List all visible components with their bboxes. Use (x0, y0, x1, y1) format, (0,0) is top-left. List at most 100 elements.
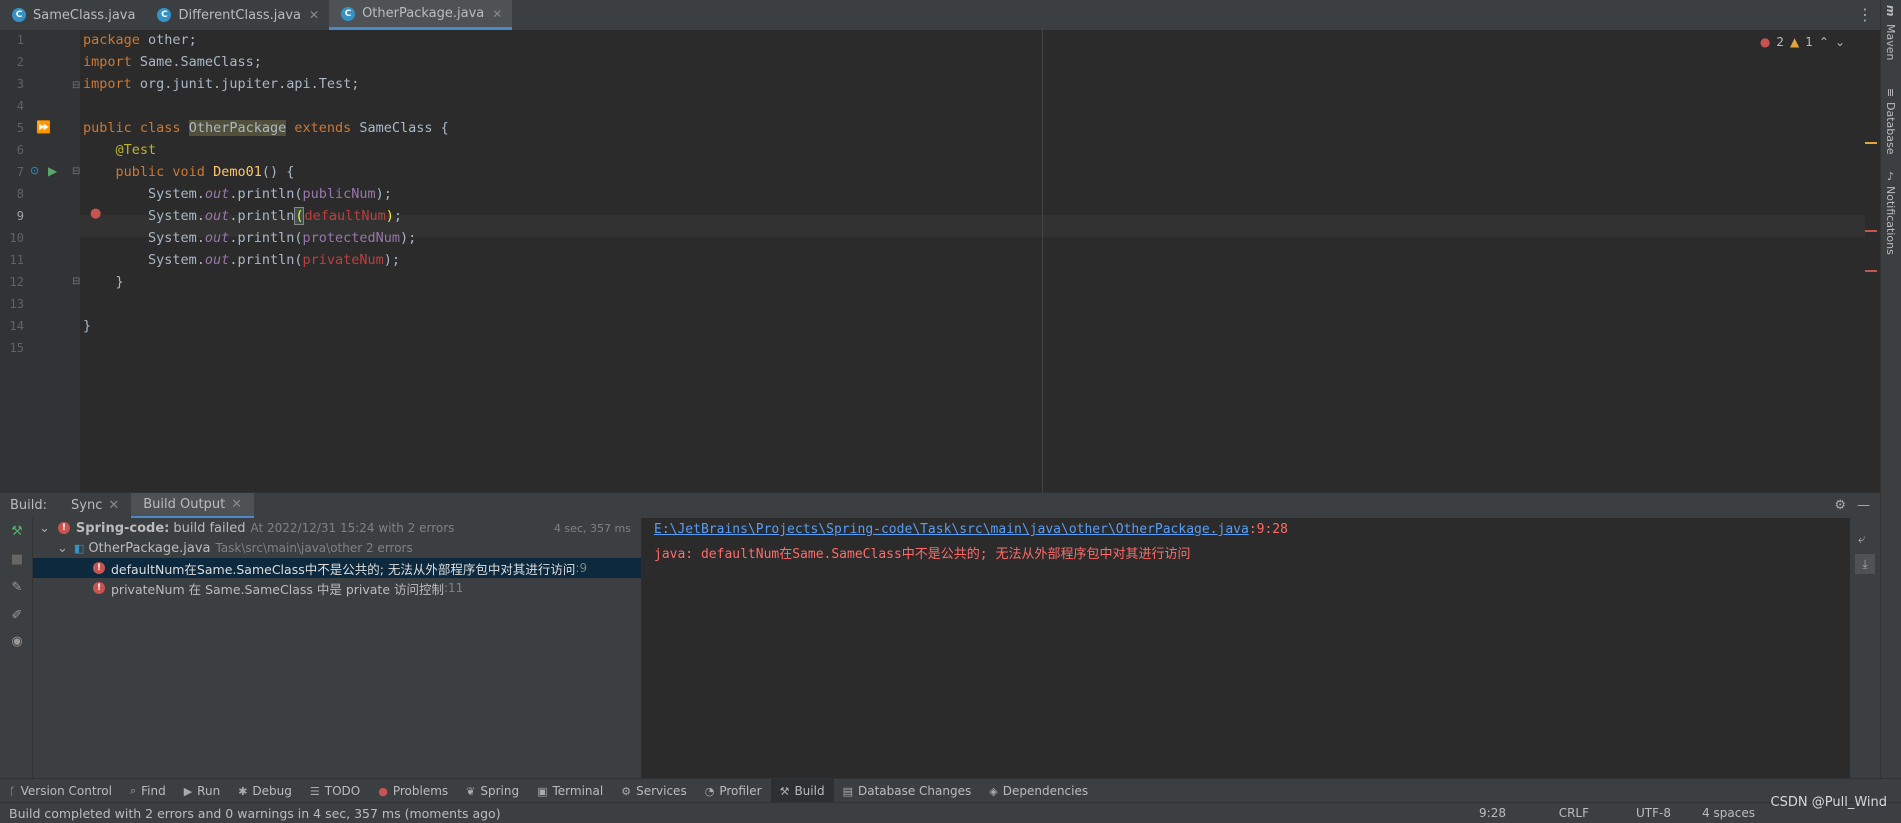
database-icon: ▤ (842, 784, 853, 798)
line-number: 10 (9, 231, 24, 245)
tab-otherpackage[interactable]: C OtherPackage.java ✕ (329, 0, 513, 30)
file-name: OtherPackage.java (88, 540, 211, 556)
file-link[interactable]: E:\JetBrains\Projects\Spring-code\Task\s… (654, 522, 1249, 537)
eye-icon[interactable]: ◉ (9, 634, 25, 650)
tree-error-item[interactable]: ! defaultNum在Same.SameClass中不是公共的; 无法从外部… (33, 558, 641, 578)
tree-error-item[interactable]: ! privateNum 在 Same.SameClass 中是 private… (33, 578, 641, 598)
close-icon[interactable]: ✕ (108, 498, 119, 513)
wrench-icon[interactable]: ✎ (9, 580, 25, 596)
tab-dependencies[interactable]: ◈ Dependencies (980, 779, 1097, 803)
error-icon: ● (1759, 35, 1771, 49)
close-icon[interactable]: ✕ (231, 497, 242, 512)
error-stripe-mark[interactable] (1865, 230, 1877, 232)
line-separator[interactable]: CRLF (1559, 806, 1589, 820)
tab-build[interactable]: ⚒ Build (770, 779, 834, 803)
line-number: 13 (9, 297, 24, 311)
tab-find[interactable]: ⌕ Find (121, 779, 175, 803)
code-line: @Test (115, 142, 157, 158)
tab-label: Spring (480, 784, 520, 798)
bell-icon[interactable]: ♪ (1884, 170, 1897, 183)
tab-debug[interactable]: ✱ Debug (229, 779, 301, 803)
soft-wrap-icon[interactable]: ⤶ (1858, 532, 1865, 547)
minimize-icon[interactable]: — (1857, 498, 1870, 513)
indent-setting[interactable]: 4 spaces (1702, 806, 1755, 820)
file-encoding[interactable]: UTF-8 (1636, 806, 1671, 820)
status-message: Build completed with 2 errors and 0 warn… (9, 805, 501, 821)
tab-todo[interactable]: ☰ TODO (301, 779, 369, 803)
code-line: } (83, 274, 124, 290)
tab-version-control[interactable]: ᚴ Version Control (0, 779, 121, 803)
tab-database-changes[interactable]: ▤ Database Changes (834, 779, 981, 803)
tab-label: Terminal (552, 784, 604, 798)
tab-services[interactable]: ⚙ Services (612, 779, 695, 803)
more-options-icon[interactable]: ⋮ (1857, 5, 1873, 24)
play-icon: ▶ (183, 784, 193, 798)
close-icon[interactable]: ✕ (309, 8, 319, 22)
pin-icon[interactable]: ✐ (9, 608, 25, 624)
override-icon[interactable]: ⊙ (30, 164, 39, 177)
search-icon: ⌕ (129, 784, 137, 797)
services-icon: ⚙ (621, 784, 632, 798)
database-tool[interactable]: Database (1884, 102, 1897, 155)
tab-label: Build Output (143, 497, 226, 512)
tab-problems[interactable]: ● Problems (369, 779, 457, 803)
tab-label: SameClass.java (33, 7, 136, 23)
tab-build-output[interactable]: Build Output ✕ (131, 493, 255, 518)
tab-run[interactable]: ▶ Run (175, 779, 229, 803)
gear-icon[interactable]: ⚙ (1834, 498, 1846, 513)
fold-icon[interactable]: ⊟ (72, 80, 80, 91)
console-error-message: java: defaultNum在Same.SameClass中不是公共的; 无… (654, 547, 1191, 562)
tab-differentclass[interactable]: C DifferentClass.java ✕ (145, 0, 329, 30)
tab-label: Build (794, 784, 825, 798)
chevron-down-icon[interactable]: ⌄ (1835, 35, 1845, 49)
tree-root[interactable]: ⌄ ! Spring-code: build failed At 2022/12… (33, 518, 641, 538)
tab-profiler[interactable]: ◔ Profiler (696, 779, 771, 803)
stop-icon[interactable]: ■ (9, 552, 25, 568)
error-icon: ! (57, 522, 70, 534)
code-line: public void Demo01() { (115, 164, 295, 180)
line-number: 6 (16, 143, 24, 157)
line-number: 9 (16, 209, 24, 223)
build-console[interactable]: E:\JetBrains\Projects\Spring-code\Task\s… (642, 518, 1850, 778)
line-number: 11 (9, 253, 24, 267)
error-icon: ● (378, 784, 388, 798)
maven-tool[interactable]: Maven (1884, 24, 1897, 60)
notifications-tool[interactable]: Notifications (1884, 186, 1897, 255)
code-editor[interactable]: 1 2 3 4 5 6 7 8 9 10 11 12 13 14 15 ⏩ ⊙ … (0, 30, 1880, 492)
tab-sync[interactable]: Sync ✕ (59, 493, 131, 518)
right-margin-guide (1042, 30, 1043, 492)
maven-icon[interactable]: m (1884, 5, 1897, 16)
tree-file[interactable]: ⌄ ◧ OtherPackage.java Task\src\main\java… (33, 538, 641, 558)
inspection-widget[interactable]: ● 2 ▲ 1 ⌃ ⌄ (1760, 35, 1845, 49)
chevron-up-icon[interactable]: ⌃ (1819, 35, 1829, 49)
line-number: 12 (9, 275, 24, 289)
run-test-icon[interactable]: ▶ (48, 164, 57, 178)
caret-position[interactable]: 9:28 (1479, 806, 1506, 820)
code-line: package other; (83, 32, 197, 48)
database-icon[interactable]: ≡ (1884, 88, 1897, 97)
java-file-icon: ◧ (73, 541, 85, 555)
error-icon: ! (93, 562, 105, 574)
dependencies-icon: ◈ (989, 784, 998, 798)
chevron-down-icon[interactable]: ⌄ (57, 541, 68, 556)
leaf-icon: ❦ (466, 784, 476, 798)
error-message: privateNum 在 Same.SameClass 中是 private 访… (111, 581, 444, 597)
line-number: 14 (9, 319, 24, 333)
error-location: :9 (575, 561, 588, 575)
line-number: 4 (16, 99, 24, 113)
error-stripe-mark[interactable] (1865, 270, 1877, 272)
fold-icon[interactable]: ⊟ (72, 166, 80, 177)
warning-stripe-mark[interactable] (1865, 142, 1877, 144)
tab-spring[interactable]: ❦ Spring (457, 779, 528, 803)
tab-sameclass[interactable]: C SameClass.java (0, 0, 145, 30)
hammer-icon[interactable]: ⚒ (9, 524, 25, 540)
close-icon[interactable]: ✕ (492, 7, 502, 21)
build-duration: 4 sec, 357 ms (554, 521, 631, 535)
tab-terminal[interactable]: ▣ Terminal (528, 779, 612, 803)
scroll-to-end-icon[interactable]: ⤓ (1855, 554, 1875, 574)
fold-icon[interactable]: ⊟ (72, 276, 80, 287)
chevron-down-icon[interactable]: ⌄ (39, 521, 50, 536)
build-tree[interactable]: ⌄ ! Spring-code: build failed At 2022/12… (33, 518, 642, 778)
run-class-icon[interactable]: ⏩ (36, 120, 51, 134)
build-tool-header: Build: Sync ✕ Build Output ✕ ⚙ — (0, 492, 1880, 519)
